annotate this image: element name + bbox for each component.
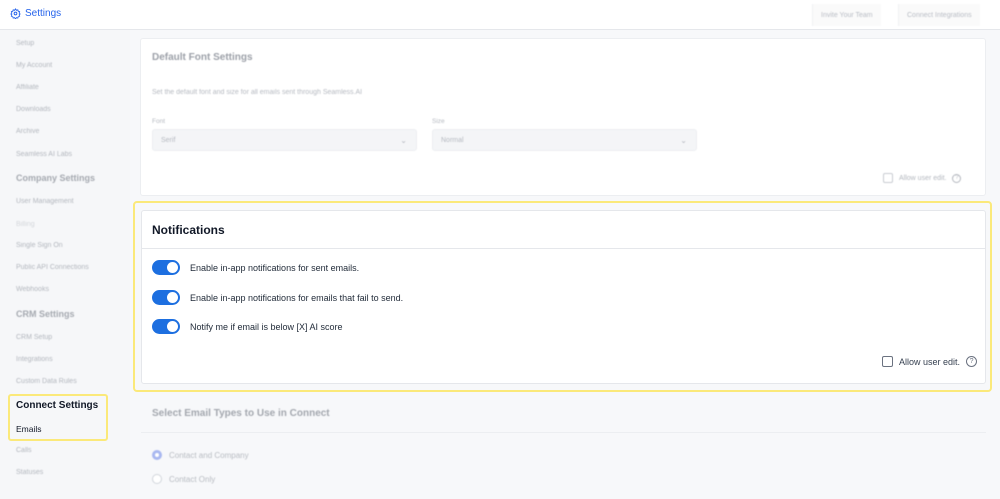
sidebar-heading-crm: CRM Settings [16, 309, 75, 319]
sidebar-item-public-api[interactable]: Public API Connections [16, 264, 89, 271]
toggle-sent-emails[interactable] [152, 260, 180, 275]
sidebar-item-emails[interactable]: Emails [16, 424, 42, 434]
sidebar-item-archive[interactable]: Archive [16, 128, 39, 135]
chevron-down-icon: ⌄ [400, 136, 407, 145]
toggle-row-ai-score: Notify me if email is below [X] AI score [152, 319, 343, 334]
toggle-row-sent-emails: Enable in-app notifications for sent ema… [152, 260, 359, 275]
font-allow-checkbox[interactable] [883, 173, 893, 183]
font-settings-title: Default Font Settings [152, 52, 253, 63]
sidebar-item-labs[interactable]: Seamless AI Labs [16, 151, 72, 158]
help-icon[interactable]: ? [966, 356, 978, 367]
toggle-label-sent-emails: Enable in-app notifications for sent ema… [190, 262, 360, 273]
size-label: Size [432, 118, 445, 125]
font-label: Font [152, 118, 166, 125]
toggle-knob [167, 262, 178, 273]
toggle-knob [167, 292, 178, 303]
size-select[interactable]: Normal ⌄ [432, 129, 697, 151]
settings-brand[interactable]: Settings [10, 8, 61, 19]
help-icon[interactable]: ? [952, 173, 962, 183]
email-type-label: Contact and Company [169, 450, 249, 460]
font-select-value: Serif [161, 137, 176, 144]
sidebar-item-webhooks[interactable]: Webhooks [16, 286, 49, 293]
font-settings-card [140, 38, 986, 196]
allow-user-edit-checkbox[interactable] [882, 356, 893, 367]
sidebar-item-affiliate[interactable]: Affiliate [16, 84, 39, 91]
sidebar-item-user-management[interactable]: User Management [16, 198, 74, 205]
allow-user-edit-label: Allow user edit. [899, 356, 961, 367]
radio-selected[interactable] [152, 450, 162, 460]
toggle-label-failed-emails: Enable in-app notifications for emails t… [190, 292, 404, 303]
toggle-row-failed-emails: Enable in-app notifications for emails t… [152, 290, 403, 305]
email-type-label: Contact Only [169, 474, 216, 484]
sidebar-item-sso[interactable]: Single Sign On [16, 242, 63, 249]
email-type-option[interactable]: Contact Only [152, 474, 215, 484]
chevron-down-icon: ⌄ [680, 136, 687, 145]
invite-team-button[interactable]: Invite Your Team [812, 4, 881, 26]
connect-integrations-button[interactable]: Connect Integrations [898, 4, 980, 26]
toggle-label-ai-score: Notify me if email is below [X] AI score [190, 321, 343, 332]
size-select-value: Normal [441, 137, 464, 144]
font-select[interactable]: Serif ⌄ [152, 129, 417, 151]
sidebar-heading-company: Company Settings [16, 173, 96, 183]
sidebar-item-my-account[interactable]: My Account [16, 62, 52, 69]
gear-icon [10, 8, 21, 19]
sidebar-item-calls[interactable]: Calls [16, 447, 32, 454]
top-bar: Settings Invite Your Team Connect Integr… [0, 0, 1000, 30]
sidebar-item-setup[interactable]: Setup [16, 40, 34, 47]
settings-title: Settings [25, 8, 62, 19]
font-settings-description: Set the default font and size for all em… [152, 89, 363, 96]
email-types-divider [141, 432, 986, 433]
sidebar-item-statuses[interactable]: Statuses [16, 469, 43, 476]
sidebar-heading-connect: Connect Settings [16, 400, 99, 411]
sidebar-item-integrations[interactable]: Integrations [16, 356, 53, 363]
notifications-divider [141, 248, 986, 249]
email-type-option[interactable]: Contact and Company [152, 450, 249, 460]
toggle-failed-emails[interactable] [152, 290, 180, 305]
radio-unselected[interactable] [152, 474, 162, 484]
toggle-ai-score[interactable] [152, 319, 180, 334]
email-types-title: Select Email Types to Use in Connect [152, 408, 330, 419]
sidebar-item-downloads[interactable]: Downloads [16, 106, 51, 113]
toggle-knob [167, 321, 178, 332]
font-allow-label: Allow user edit. [899, 174, 947, 182]
font-allow-user-edit[interactable]: Allow user edit. ? [883, 173, 962, 183]
sidebar-item-crm-setup[interactable]: CRM Setup [16, 334, 52, 341]
sidebar-item-custom-rules[interactable]: Custom Data Rules [16, 378, 77, 385]
notifications-title: Notifications [152, 223, 225, 237]
sidebar-item-billing[interactable]: Billing [16, 221, 35, 228]
notifications-allow-user-edit[interactable]: Allow user edit. ? [882, 356, 978, 367]
